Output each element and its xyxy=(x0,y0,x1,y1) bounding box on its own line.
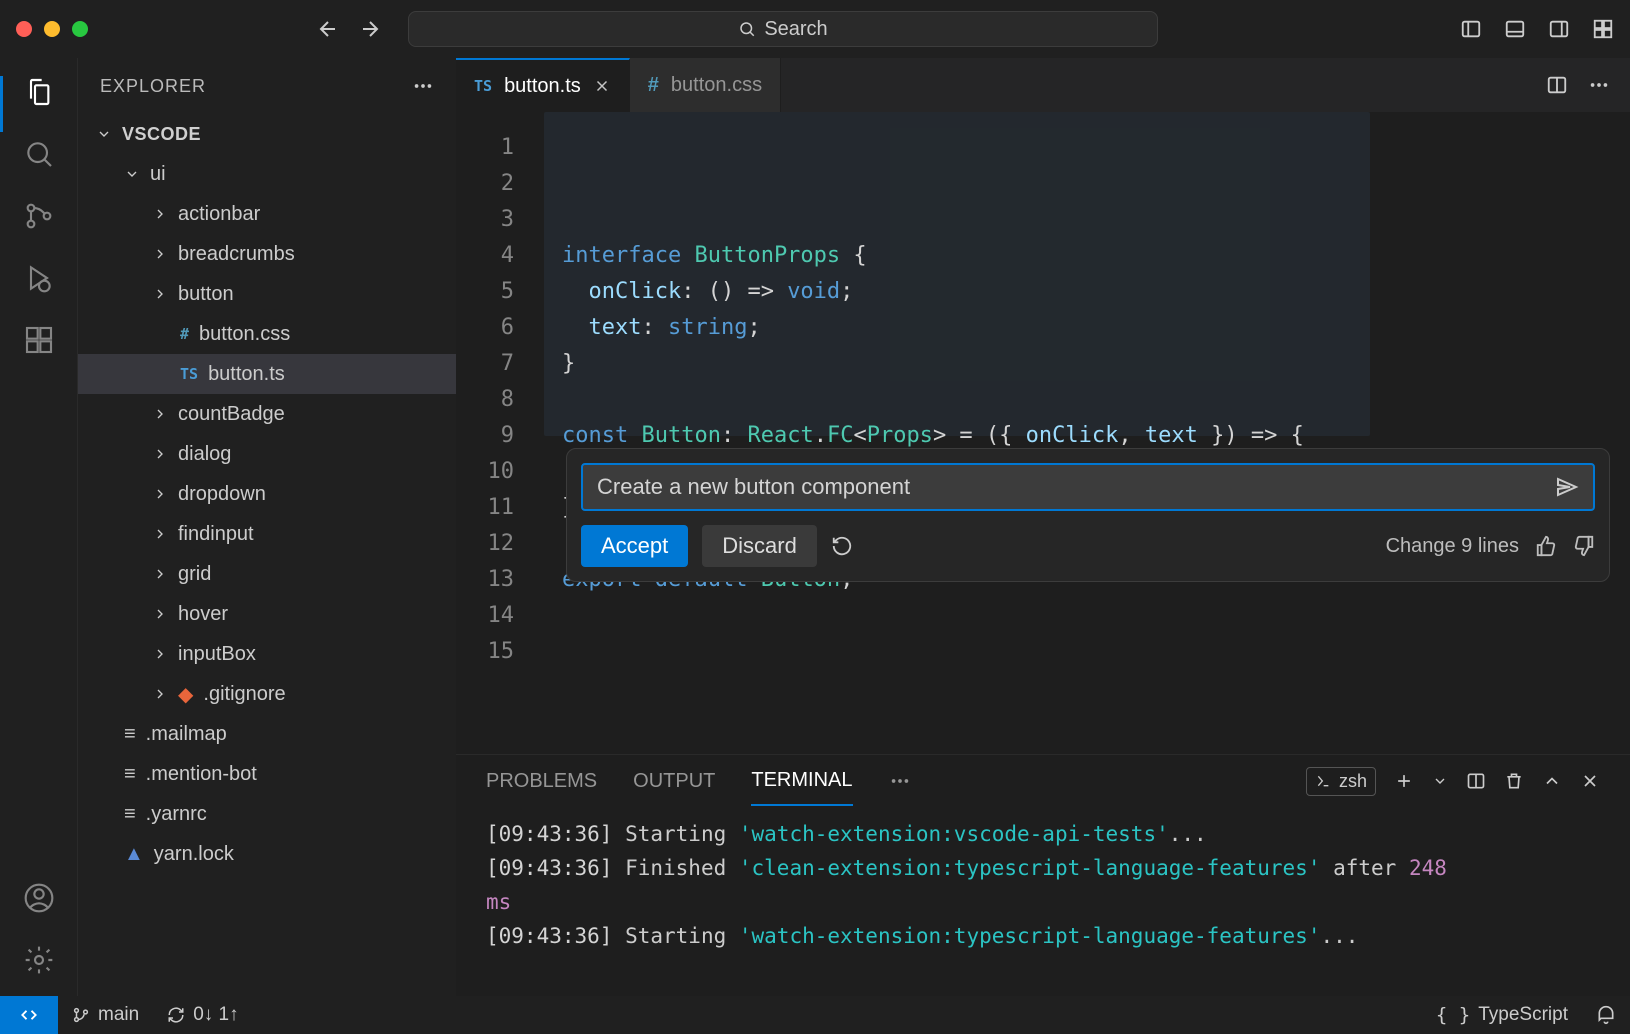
terminal-profile-badge[interactable]: zsh xyxy=(1306,767,1376,796)
git-branch-name: main xyxy=(98,1004,139,1026)
search-placeholder: Search xyxy=(764,18,827,41)
folder-item[interactable]: grid xyxy=(78,554,456,594)
inline-chat-input[interactable] xyxy=(597,474,1545,500)
file-item[interactable]: ≡.mailmap xyxy=(78,714,456,754)
window-controls xyxy=(16,21,88,37)
file-item[interactable]: ◆.gitignore xyxy=(78,674,456,714)
explorer-view-icon[interactable] xyxy=(23,76,55,108)
accept-button[interactable]: Accept xyxy=(581,525,688,567)
customize-layout-icon[interactable] xyxy=(1592,18,1614,40)
file-item[interactable]: ≡.yarnrc xyxy=(78,794,456,834)
run-debug-view-icon[interactable] xyxy=(23,262,55,294)
file-item[interactable]: ≡.mention-bot xyxy=(78,754,456,794)
search-icon xyxy=(738,20,756,38)
split-editor-icon[interactable] xyxy=(1546,74,1568,96)
close-window-button[interactable] xyxy=(16,21,32,37)
thumbs-up-icon[interactable] xyxy=(1535,535,1557,557)
source-control-view-icon[interactable] xyxy=(23,200,55,232)
remote-indicator[interactable] xyxy=(0,996,58,1034)
toggle-primary-sidebar-icon[interactable] xyxy=(1460,18,1482,40)
folder-item[interactable]: findinput xyxy=(78,514,456,554)
send-icon[interactable] xyxy=(1555,475,1579,499)
file-tree[interactable]: VSCODEuiactionbarbreadcrumbsbutton#butto… xyxy=(78,114,456,996)
editor-more-actions-icon[interactable] xyxy=(1588,74,1610,96)
folder-item[interactable]: button xyxy=(78,274,456,314)
editor-tabs: TSbutton.ts#button.css xyxy=(456,58,1630,112)
code-editor[interactable]: interface ButtonProps { onClick: () => v… xyxy=(532,112,1630,754)
explorer-title: EXPLORER xyxy=(100,76,206,97)
activity-bar xyxy=(0,58,78,996)
terminal-shell-name: zsh xyxy=(1339,771,1367,792)
close-tab-icon[interactable] xyxy=(593,77,611,95)
toggle-panel-icon[interactable] xyxy=(1504,18,1526,40)
editor-area: TSbutton.ts#button.css 12345678910111213… xyxy=(456,58,1630,996)
language-mode[interactable]: { } TypeScript xyxy=(1422,1004,1582,1026)
file-item[interactable]: TSbutton.ts xyxy=(78,354,456,394)
folder-item[interactable]: actionbar xyxy=(78,194,456,234)
search-view-icon[interactable] xyxy=(23,138,55,170)
settings-gear-icon[interactable] xyxy=(23,944,55,976)
command-center-search[interactable]: Search xyxy=(408,11,1158,47)
status-bar: main 0↓ 1↑ { } TypeScript xyxy=(0,996,1630,1034)
close-panel-icon[interactable] xyxy=(1580,771,1600,791)
panel-tab-output[interactable]: OUTPUT xyxy=(633,758,715,805)
folder-item[interactable]: dropdown xyxy=(78,474,456,514)
titlebar: Search xyxy=(0,0,1630,58)
new-terminal-icon[interactable] xyxy=(1394,771,1414,791)
folder-item[interactable]: hover xyxy=(78,594,456,634)
terminal-dropdown-icon[interactable] xyxy=(1432,773,1448,789)
folder-item[interactable]: breadcrumbs xyxy=(78,234,456,274)
toggle-secondary-sidebar-icon[interactable] xyxy=(1548,18,1570,40)
extensions-view-icon[interactable] xyxy=(23,324,55,356)
editor-tab[interactable]: TSbutton.ts xyxy=(456,58,630,112)
accounts-icon[interactable] xyxy=(23,882,55,914)
terminal-output[interactable]: [09:43:36] Starting 'watch-extension:vsc… xyxy=(456,807,1630,996)
explorer-sidebar: EXPLORER VSCODEuiactionbarbreadcrumbsbut… xyxy=(78,58,456,996)
git-branch-indicator[interactable]: main xyxy=(58,1004,153,1026)
folder-item[interactable]: countBadge xyxy=(78,394,456,434)
panel-tab-terminal[interactable]: TERMINAL xyxy=(751,757,852,806)
panel-more-icon[interactable] xyxy=(889,770,911,792)
inline-chat-panel: Accept Discard Change 9 lines xyxy=(566,448,1610,582)
inline-chat-input-wrapper xyxy=(581,463,1595,511)
file-item[interactable]: #button.css xyxy=(78,314,456,354)
explorer-more-actions-icon[interactable] xyxy=(412,75,434,97)
file-item[interactable]: ▲yarn.lock xyxy=(78,834,456,874)
editor-tab[interactable]: #button.css xyxy=(630,58,781,112)
workspace-root[interactable]: VSCODE xyxy=(78,114,456,154)
folder-item[interactable]: dialog xyxy=(78,434,456,474)
nav-forward-button[interactable] xyxy=(358,17,382,41)
sync-status[interactable]: 0↓ 1↑ xyxy=(153,1004,252,1026)
thumbs-down-icon[interactable] xyxy=(1573,535,1595,557)
split-terminal-icon[interactable] xyxy=(1466,771,1486,791)
panel-tab-problems[interactable]: PROBLEMS xyxy=(486,758,597,805)
folder-item[interactable]: ui xyxy=(78,154,456,194)
folder-item[interactable]: inputBox xyxy=(78,634,456,674)
bottom-panel: PROBLEMSOUTPUTTERMINAL zsh [09:43:36] S xyxy=(456,754,1630,996)
language-label: TypeScript xyxy=(1478,1004,1568,1026)
nav-back-button[interactable] xyxy=(316,17,340,41)
discard-button[interactable]: Discard xyxy=(702,525,817,567)
minimize-window-button[interactable] xyxy=(44,21,60,37)
sync-counts: 0↓ 1↑ xyxy=(193,1004,238,1026)
change-lines-label: Change 9 lines xyxy=(1386,535,1519,558)
line-number-gutter: 123456789101112131415 xyxy=(456,112,532,754)
maximize-panel-icon[interactable] xyxy=(1542,771,1562,791)
regenerate-icon[interactable] xyxy=(831,535,853,557)
maximize-window-button[interactable] xyxy=(72,21,88,37)
kill-terminal-icon[interactable] xyxy=(1504,771,1524,791)
notifications-icon[interactable] xyxy=(1582,1005,1630,1025)
